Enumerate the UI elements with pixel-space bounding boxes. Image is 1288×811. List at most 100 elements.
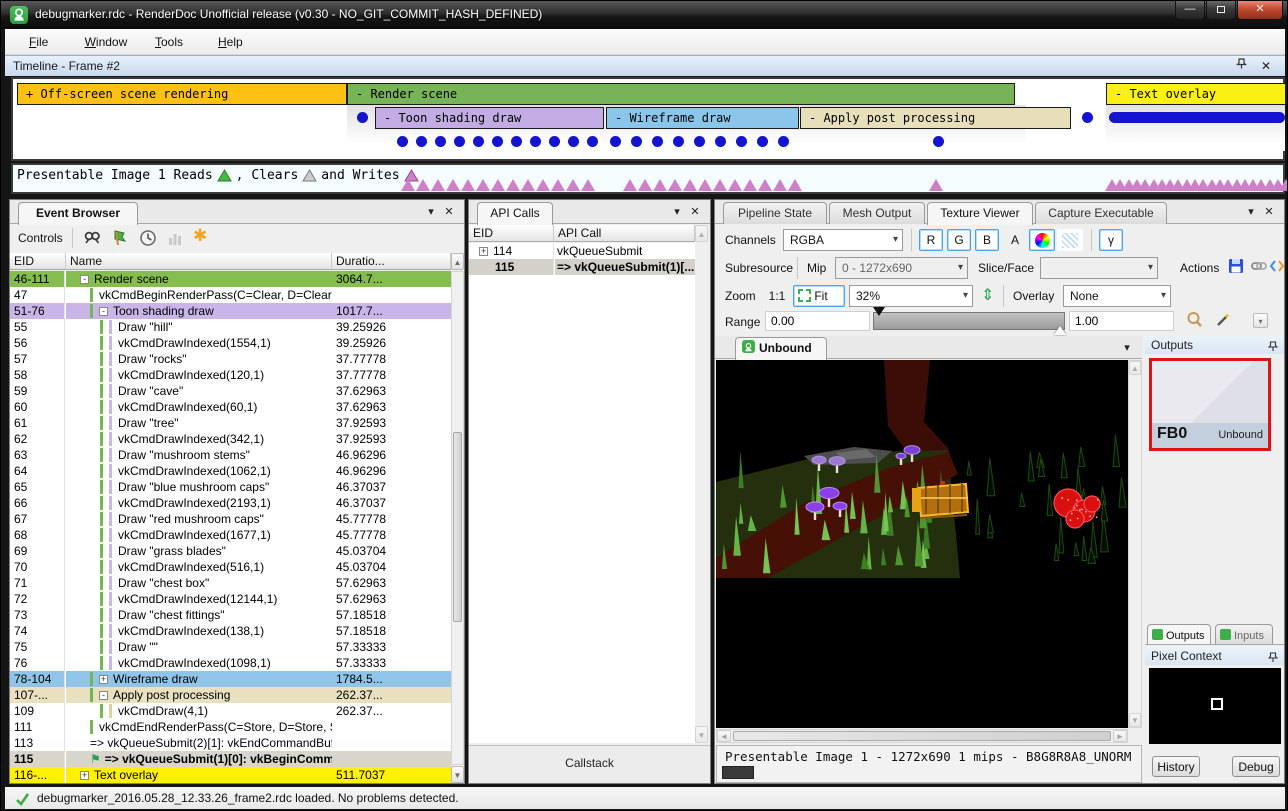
title-bar[interactable]: debugmarker.rdc - RenderDoc Unofficial r… — [1, 1, 1288, 29]
expand-icon[interactable]: + — [479, 247, 488, 256]
range-max-field[interactable]: 1.00 — [1069, 311, 1174, 331]
draw-event-dot[interactable] — [610, 136, 621, 147]
resolve-symbols-icon[interactable]: ✱ — [193, 226, 213, 246]
api-call-row[interactable]: 115=> vkQueueSubmit(1)[... — [469, 259, 695, 275]
draw-event-dot[interactable] — [473, 136, 484, 147]
image-hscrollbar[interactable]: ◄ ► — [716, 729, 1128, 743]
channel-green-button[interactable]: G — [947, 229, 971, 251]
range-black-handle-icon[interactable] — [873, 307, 885, 316]
menu-file[interactable]: File — [19, 29, 58, 55]
write-usage-triangle[interactable] — [416, 179, 430, 191]
event-row[interactable]: 61Draw "tree"37.92593 — [10, 415, 451, 431]
timeline-pin-icon[interactable] — [1236, 56, 1247, 77]
expand-icon[interactable]: + — [80, 771, 89, 780]
pixel-context-view[interactable] — [1149, 668, 1281, 744]
menu-help[interactable]: Help — [208, 29, 253, 55]
range-options-icon[interactable]: ▾ — [1253, 313, 1268, 328]
tab-event-browser[interactable]: Event Browser — [18, 202, 138, 225]
write-usage-triangle[interactable] — [461, 179, 475, 191]
time-duration-icon[interactable] — [138, 228, 158, 248]
write-usage-triangle[interactable] — [521, 179, 535, 191]
event-row[interactable]: 71Draw "chest box"57.62963 — [10, 575, 451, 591]
draw-event-dot[interactable] — [454, 136, 465, 147]
zoom-select[interactable]: 32% — [849, 285, 973, 307]
event-row[interactable]: 64vkCmdDrawIndexed(1062,1)46.96296 — [10, 463, 451, 479]
draw-event-dot[interactable] — [587, 136, 598, 147]
write-usage-triangle[interactable] — [758, 179, 772, 191]
write-usage-triangle[interactable] — [551, 179, 565, 191]
event-row[interactable]: 107-...-Apply post processing262.37... — [10, 687, 451, 703]
dock-menu-icon[interactable]: ▾ — [1244, 205, 1258, 219]
event-row[interactable]: 65Draw "blue mushroom caps"46.37037 — [10, 479, 451, 495]
write-usage-triangle[interactable] — [713, 179, 727, 191]
column-api-call[interactable]: API Call — [554, 225, 695, 242]
save-icon[interactable] — [1227, 257, 1247, 277]
callstack-section[interactable]: Callstack — [469, 745, 710, 783]
event-row[interactable]: 67Draw "red mushroom caps"45.77778 — [10, 511, 451, 527]
mip-select[interactable]: 0 - 1272x690 — [835, 257, 968, 279]
draw-event-dot[interactable] — [397, 136, 408, 147]
dock-close-icon[interactable]: ✕ — [1262, 205, 1276, 219]
pin-icon[interactable] — [1268, 650, 1278, 668]
tab-api-calls[interactable]: API Calls — [477, 202, 553, 225]
write-usage-triangle[interactable] — [491, 179, 505, 191]
scroll-down-icon[interactable]: ▼ — [695, 726, 708, 743]
zoom-1to1-button[interactable]: 1:1 — [763, 285, 791, 307]
event-row[interactable]: 76vkCmdDrawIndexed(1098,1)57.33333 — [10, 655, 451, 671]
column-eid[interactable]: EID — [10, 253, 66, 270]
draw-event-dot[interactable] — [568, 136, 579, 147]
menu-window[interactable]: Window — [75, 29, 138, 55]
scroll-left-icon[interactable]: ◄ — [717, 730, 731, 742]
dock-menu-icon[interactable]: ▾ — [670, 205, 684, 219]
dock-menu-icon[interactable]: ▾ — [424, 205, 438, 219]
event-row[interactable]: 55Draw "hill"39.25926 — [10, 319, 451, 335]
write-usage-triangle[interactable] — [929, 179, 943, 191]
event-row[interactable]: 75Draw ""57.33333 — [10, 639, 451, 655]
tab-texture-viewer[interactable]: Texture Viewer — [927, 202, 1033, 225]
menu-tools[interactable]: Tools — [145, 29, 193, 55]
draw-event-dot[interactable] — [778, 136, 789, 147]
event-row[interactable]: 116-...+Text overlay511.7037 — [10, 767, 451, 783]
scrollbar-thumb[interactable] — [733, 731, 1111, 741]
event-row[interactable]: 63Draw "mushroom stems"46.96296 — [10, 447, 451, 463]
draw-event-dot[interactable] — [435, 136, 446, 147]
tab-mesh-output[interactable]: Mesh Output — [829, 202, 925, 224]
event-row[interactable]: 56vkCmdDrawIndexed(1554,1)39.25926 — [10, 335, 451, 351]
timeline-marker[interactable]: - Text overlay — [1106, 83, 1286, 105]
tab-unbound[interactable]: Unbound — [735, 337, 827, 360]
draw-event-dot[interactable] — [694, 136, 705, 147]
write-usage-triangle[interactable] — [581, 179, 595, 191]
draw-event-dot[interactable] — [492, 136, 503, 147]
write-usage-triangle[interactable] — [446, 179, 460, 191]
range-slider[interactable] — [873, 312, 1065, 330]
draw-event-dot[interactable] — [631, 136, 642, 147]
draw-event-dot[interactable] — [757, 136, 768, 147]
draw-event-dot[interactable] — [549, 136, 560, 147]
draw-events-bar[interactable] — [1109, 112, 1285, 123]
draw-event-dot[interactable] — [1082, 112, 1093, 123]
write-usage-triangle[interactable] — [698, 179, 712, 191]
overlay-select[interactable]: None — [1063, 285, 1171, 307]
bookmark-flag-icon[interactable] — [110, 228, 130, 248]
write-usage-triangle[interactable] — [788, 179, 802, 191]
draw-event-dot[interactable] — [416, 136, 427, 147]
event-row[interactable]: 60vkCmdDrawIndexed(60,1)37.62963 — [10, 399, 451, 415]
write-usage-triangle[interactable] — [773, 179, 787, 191]
draw-event-dot[interactable] — [673, 136, 684, 147]
write-usage-triangle[interactable] — [683, 179, 697, 191]
timeline-marker[interactable]: - Wireframe draw — [606, 107, 799, 129]
scroll-right-icon[interactable]: ► — [1113, 730, 1127, 742]
autofit-wand-icon[interactable] — [1213, 310, 1233, 330]
column-eid[interactable]: EID — [469, 225, 554, 242]
draw-event-dot[interactable] — [715, 136, 726, 147]
event-row[interactable]: 73Draw "chest fittings"57.18518 — [10, 607, 451, 623]
minimize-button[interactable]: — — [1175, 1, 1205, 20]
preview-tab-menu-icon[interactable]: ▾ — [1120, 341, 1134, 355]
event-row[interactable]: 72vkCmdDrawIndexed(12144,1)57.62963 — [10, 591, 451, 607]
timeline-marker[interactable]: + Off-screen scene rendering — [17, 83, 347, 105]
write-usage-triangle[interactable] — [1279, 179, 1288, 191]
event-row[interactable]: 70vkCmdDrawIndexed(516,1)45.03704 — [10, 559, 451, 575]
image-vscrollbar[interactable]: ▲ ▼ — [1128, 360, 1142, 728]
event-row[interactable]: 69Draw "grass blades"45.03704 — [10, 543, 451, 559]
link-icon[interactable] — [1250, 257, 1270, 277]
